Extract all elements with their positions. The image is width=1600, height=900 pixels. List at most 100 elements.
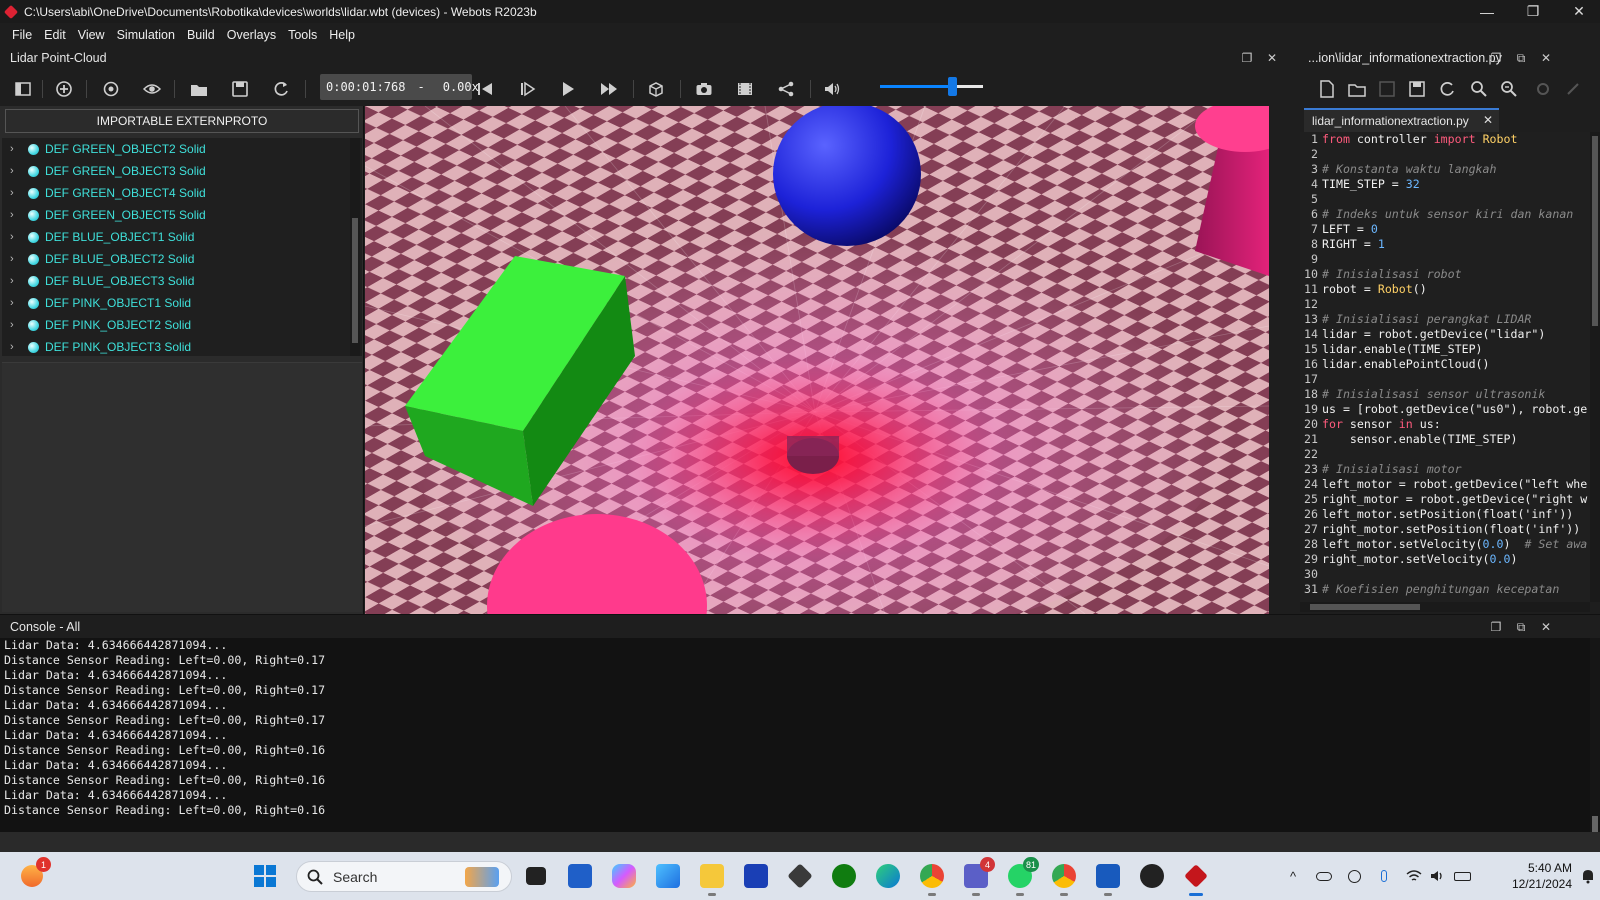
webots-taskbar-icon[interactable]	[1180, 860, 1212, 896]
console-undock-button[interactable]: ❐	[1488, 619, 1504, 635]
menu-build[interactable]: Build	[181, 28, 221, 42]
new-file-icon[interactable]	[1316, 78, 1338, 100]
replace-icon[interactable]	[1498, 78, 1520, 100]
scene-dock-close-button[interactable]: ✕	[1264, 50, 1280, 66]
editor-horizontal-scrollbar[interactable]	[1300, 602, 1590, 612]
importable-externproto-button[interactable]: IMPORTABLE EXTERNPROTO	[5, 109, 359, 133]
edge-browser-icon[interactable]	[872, 860, 904, 892]
word-icon[interactable]	[1092, 860, 1124, 896]
weather-widget-icon[interactable]: 1	[16, 857, 51, 892]
volume-icon[interactable]	[1428, 866, 1448, 886]
onedrive-cloud-icon[interactable]	[1314, 866, 1334, 886]
tab-lidar-informationextraction[interactable]: lidar_informationextraction.py ✕	[1304, 108, 1499, 132]
notifications-bell-icon[interactable]	[1578, 866, 1598, 886]
mathtype-icon[interactable]	[740, 860, 772, 892]
scene-tree-item[interactable]: › DEF PINK_OBJECT2 Solid	[2, 314, 362, 336]
fast-forward-icon[interactable]	[598, 78, 620, 100]
menu-edit[interactable]: Edit	[38, 28, 72, 42]
file-explorer-icon[interactable]	[696, 860, 728, 896]
3d-app-icon[interactable]	[784, 860, 816, 892]
tray-overflow-chevron[interactable]: ^	[1283, 866, 1303, 886]
expand-chevron-icon[interactable]: ›	[10, 319, 22, 331]
menu-tools[interactable]: Tools	[282, 28, 323, 42]
chrome-icon[interactable]	[916, 860, 948, 896]
taskbar-search-box[interactable]: Search	[296, 861, 512, 892]
microphone-icon[interactable]	[1374, 866, 1394, 886]
editor-restore-button[interactable]: ⧉	[1513, 50, 1529, 66]
scene-tree-item[interactable]: › DEF BLUE_OBJECT2 Solid	[2, 248, 362, 270]
reset-view-icon[interactable]	[100, 78, 122, 100]
windows-start-icon[interactable]	[249, 860, 281, 892]
menu-overlays[interactable]: Overlays	[221, 28, 282, 42]
console-restore-button[interactable]: ⧉	[1513, 619, 1529, 635]
expand-chevron-icon[interactable]: ›	[10, 231, 22, 243]
system-clock[interactable]: 5:40 AM 12/21/2024	[1482, 860, 1572, 892]
volume-speaker-icon[interactable]	[821, 78, 843, 100]
editor-dock-close-button[interactable]: ✕	[1538, 50, 1554, 66]
menu-simulation[interactable]: Simulation	[111, 28, 181, 42]
scene-tree-item[interactable]: › DEF GREEN_OBJECT2 Solid	[2, 138, 362, 160]
step-icon[interactable]	[516, 78, 538, 100]
scene-tree-item[interactable]: › DEF GREEN_OBJECT4 Solid	[2, 182, 362, 204]
expand-chevron-icon[interactable]: ›	[10, 275, 22, 287]
volume-slider[interactable]	[880, 85, 983, 88]
scrollbar-thumb[interactable]	[1310, 604, 1420, 610]
share-icon[interactable]	[775, 78, 797, 100]
screenshot-camera-icon[interactable]	[693, 78, 715, 100]
revert-file-icon[interactable]	[1436, 78, 1458, 100]
microsoft-store-icon[interactable]	[564, 860, 596, 892]
expand-chevron-icon[interactable]: ›	[10, 209, 22, 221]
wifi-icon[interactable]	[1404, 866, 1424, 886]
teams-icon[interactable]: 4	[960, 857, 995, 896]
xbox-icon[interactable]	[828, 860, 860, 892]
scene-tree-scrollbar[interactable]	[350, 138, 360, 356]
record-movie-icon[interactable]	[734, 78, 756, 100]
tab-close-button[interactable]: ✕	[1483, 113, 1493, 127]
maximize-button[interactable]: ❐	[1510, 0, 1556, 23]
toggle-scene-tree-icon[interactable]	[12, 78, 34, 100]
add-node-icon[interactable]	[53, 78, 75, 100]
scrollbar-thumb[interactable]	[1592, 136, 1598, 326]
battery-icon[interactable]	[1452, 866, 1472, 886]
expand-chevron-icon[interactable]: ›	[10, 297, 22, 309]
app-dark-icon[interactable]	[1136, 860, 1168, 892]
scene-tree-item[interactable]: › DEF GREEN_OBJECT3 Solid	[2, 160, 362, 182]
scene-tree-item[interactable]: › DEF BLUE_OBJECT3 Solid	[2, 270, 362, 292]
undock-button[interactable]: ❐	[1239, 50, 1255, 66]
scene-tree-item[interactable]: › DEF PINK_OBJECT3 Solid	[2, 336, 362, 356]
open-file-icon[interactable]	[1346, 78, 1368, 100]
close-window-button[interactable]: ✕	[1556, 0, 1600, 23]
expand-chevron-icon[interactable]: ›	[10, 143, 22, 155]
volume-slider-handle[interactable]	[948, 77, 958, 96]
scene-tree-item[interactable]: › DEF BLUE_OBJECT1 Solid	[2, 226, 362, 248]
open-world-folder-icon[interactable]	[188, 78, 210, 100]
editor-vertical-scrollbar[interactable]	[1590, 132, 1600, 602]
scene-tree-item[interactable]: › DEF PINK_OBJECT1 Solid	[2, 292, 362, 314]
menu-file[interactable]: File	[6, 28, 38, 42]
expand-chevron-icon[interactable]: ›	[10, 253, 22, 265]
editor-undock-button[interactable]: ❐	[1488, 50, 1504, 66]
reload-world-icon[interactable]	[270, 78, 292, 100]
save-all-icon[interactable]	[1406, 78, 1428, 100]
scene-tree-item[interactable]: › DEF GREEN_OBJECT5 Solid	[2, 204, 362, 226]
expand-chevron-icon[interactable]: ›	[10, 341, 22, 353]
menu-view[interactable]: View	[72, 28, 111, 42]
whatsapp-icon[interactable]: 81	[1004, 857, 1039, 896]
expand-chevron-icon[interactable]: ›	[10, 187, 22, 199]
console-scrollbar[interactable]	[1590, 638, 1600, 852]
scrollbar-thumb[interactable]	[352, 218, 358, 343]
expand-chevron-icon[interactable]: ›	[10, 165, 22, 177]
console-close-button[interactable]: ✕	[1538, 619, 1554, 635]
visibility-eye-icon[interactable]	[141, 78, 163, 100]
sync-icon[interactable]	[1344, 866, 1364, 886]
menu-help[interactable]: Help	[323, 28, 361, 42]
console-output[interactable]: Lidar Data: 4.634666442871094... Distance…	[0, 638, 1600, 852]
save-world-icon[interactable]	[229, 78, 251, 100]
find-icon[interactable]	[1468, 78, 1490, 100]
3d-viewport[interactable]	[365, 106, 1269, 614]
play-icon[interactable]	[557, 78, 579, 100]
copilot-icon[interactable]	[608, 860, 640, 892]
minimize-button[interactable]: —	[1464, 0, 1510, 23]
rendering-toggle-icon[interactable]	[645, 78, 667, 100]
code-editor[interactable]: 1 from controller import Robot 2 3 # Konstan…	[1300, 132, 1600, 602]
